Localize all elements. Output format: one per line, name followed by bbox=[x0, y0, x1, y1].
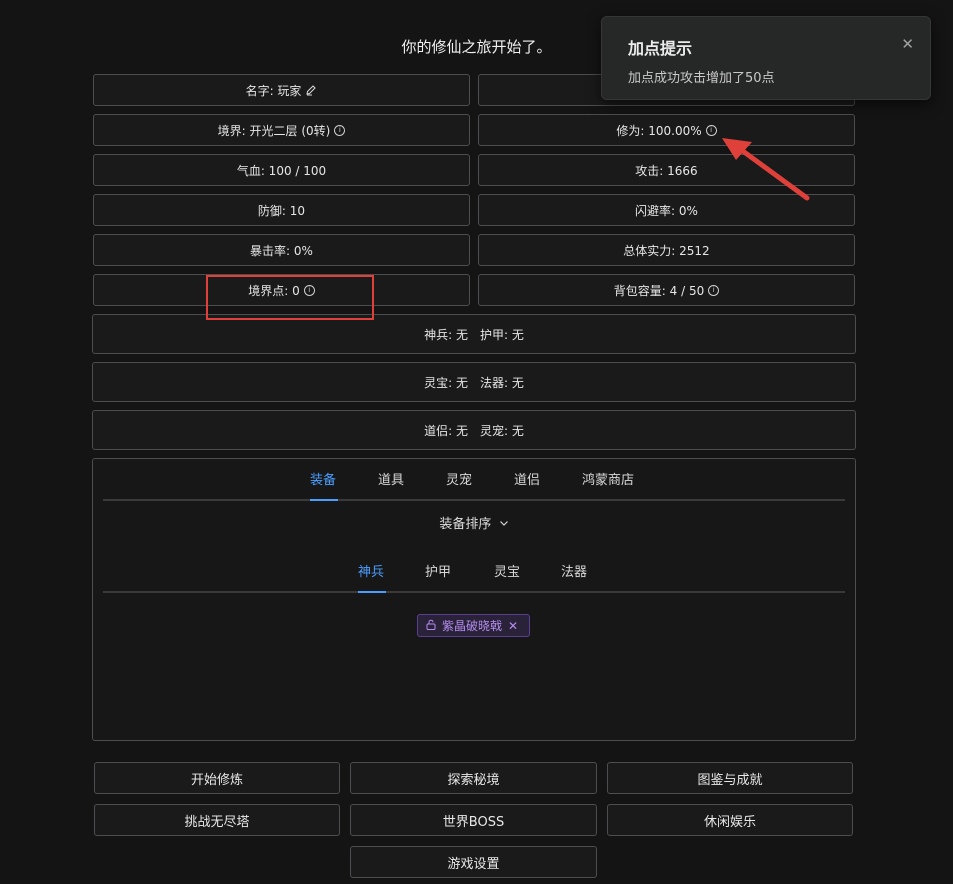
edit-pencil-icon[interactable] bbox=[305, 84, 317, 96]
weapon-armor-row: 神兵: 无 护甲: 无 bbox=[92, 314, 856, 354]
subtab-weapon[interactable]: 神兵 bbox=[358, 561, 384, 580]
dodge-label: 闪避率: 0% bbox=[635, 203, 698, 218]
artifact-slot: 法器: 无 bbox=[480, 375, 524, 390]
bag-label: 背包容量: 4 / 50 bbox=[613, 283, 705, 298]
toast-title: 加点提示 bbox=[628, 39, 693, 58]
arrow-annotation bbox=[716, 134, 816, 209]
item-name: 紫晶破晓戟 bbox=[442, 619, 503, 633]
treasure-artifact-row: 灵宝: 无 法器: 无 bbox=[92, 362, 856, 402]
collection-button[interactable]: 图鉴与成就 bbox=[607, 762, 853, 794]
crit-cell: 暴击率: 0% bbox=[93, 234, 470, 266]
sort-dropdown[interactable]: 装备排序 bbox=[93, 513, 855, 532]
bag-cell: 背包容量: 4 / 50 i bbox=[478, 274, 855, 306]
close-icon[interactable]: ✕ bbox=[508, 619, 518, 633]
active-tab-indicator bbox=[310, 499, 338, 501]
item-chip[interactable]: 紫晶破晓戟 ✕ bbox=[417, 614, 530, 637]
tab-shop[interactable]: 鸿蒙商店 bbox=[582, 469, 634, 488]
main-tabs: 装备 道具 灵宠 道侣 鸿蒙商店 bbox=[103, 459, 845, 501]
companion-slot: 道侣: 无 bbox=[424, 423, 468, 438]
info-icon[interactable]: i bbox=[708, 284, 720, 296]
toast-notification: 加点提示 加点成功攻击增加了50点 ✕ bbox=[601, 16, 931, 100]
defense-label: 防御: 10 bbox=[257, 203, 306, 218]
tab-companions[interactable]: 道侣 bbox=[514, 469, 540, 488]
sort-label: 装备排序 bbox=[439, 517, 492, 532]
subtab-treasure[interactable]: 灵宝 bbox=[494, 561, 520, 580]
subtab-artifact[interactable]: 法器 bbox=[561, 561, 587, 580]
cultivation-label: 修为: 100.00% bbox=[616, 123, 702, 138]
realm-label: 境界: 开光二层 (0转) bbox=[217, 123, 331, 138]
crit-label: 暴击率: 0% bbox=[250, 243, 313, 258]
tab-pets[interactable]: 灵宠 bbox=[446, 469, 472, 488]
info-icon[interactable]: i bbox=[705, 124, 717, 136]
game-settings-button[interactable]: 游戏设置 bbox=[350, 846, 597, 878]
close-icon[interactable]: ✕ bbox=[901, 35, 914, 53]
defense-cell: 防御: 10 bbox=[93, 194, 470, 226]
leisure-button[interactable]: 休闲娱乐 bbox=[607, 804, 853, 836]
explore-dungeon-button[interactable]: 探索秘境 bbox=[350, 762, 597, 794]
name-cell[interactable]: 名字: 玩家 bbox=[93, 74, 470, 106]
info-icon[interactable]: i bbox=[334, 124, 346, 136]
companion-pet-row: 道侣: 无 灵宠: 无 bbox=[92, 410, 856, 450]
endless-tower-button[interactable]: 挑战无尽塔 bbox=[94, 804, 340, 836]
unlock-icon[interactable] bbox=[426, 619, 436, 633]
attack-label: 攻击: 1666 bbox=[635, 163, 698, 178]
hp-cell: 气血: 100 / 100 bbox=[93, 154, 470, 186]
power-cell: 总体实力: 2512 bbox=[478, 234, 855, 266]
highlight-box bbox=[206, 275, 374, 320]
toast-message: 加点成功攻击增加了50点 bbox=[628, 71, 775, 86]
treasure-slot: 灵宝: 无 bbox=[424, 375, 468, 390]
subtab-armor[interactable]: 护甲 bbox=[425, 561, 451, 580]
weapon-slot: 神兵: 无 bbox=[424, 327, 468, 342]
chevron-down-icon bbox=[499, 517, 509, 532]
start-cultivation-button[interactable]: 开始修炼 bbox=[94, 762, 340, 794]
world-boss-button[interactable]: 世界BOSS bbox=[350, 804, 597, 836]
tab-items[interactable]: 道具 bbox=[378, 469, 404, 488]
tab-equipment[interactable]: 装备 bbox=[310, 469, 336, 488]
power-label: 总体实力: 2512 bbox=[623, 243, 710, 258]
name-label: 名字: 玩家 bbox=[245, 83, 302, 98]
sub-tabs: 神兵 护甲 灵宝 法器 bbox=[103, 551, 845, 593]
armor-slot: 护甲: 无 bbox=[480, 327, 524, 342]
hp-label: 气血: 100 / 100 bbox=[236, 163, 327, 178]
realm-cell: 境界: 开光二层 (0转) i bbox=[93, 114, 470, 146]
inventory-panel: 装备 道具 灵宠 道侣 鸿蒙商店 装备排序 神兵 护甲 灵宝 法器 紫晶破晓戟 … bbox=[92, 458, 856, 741]
pet-slot: 灵宠: 无 bbox=[480, 423, 524, 438]
active-subtab-indicator bbox=[358, 591, 386, 593]
